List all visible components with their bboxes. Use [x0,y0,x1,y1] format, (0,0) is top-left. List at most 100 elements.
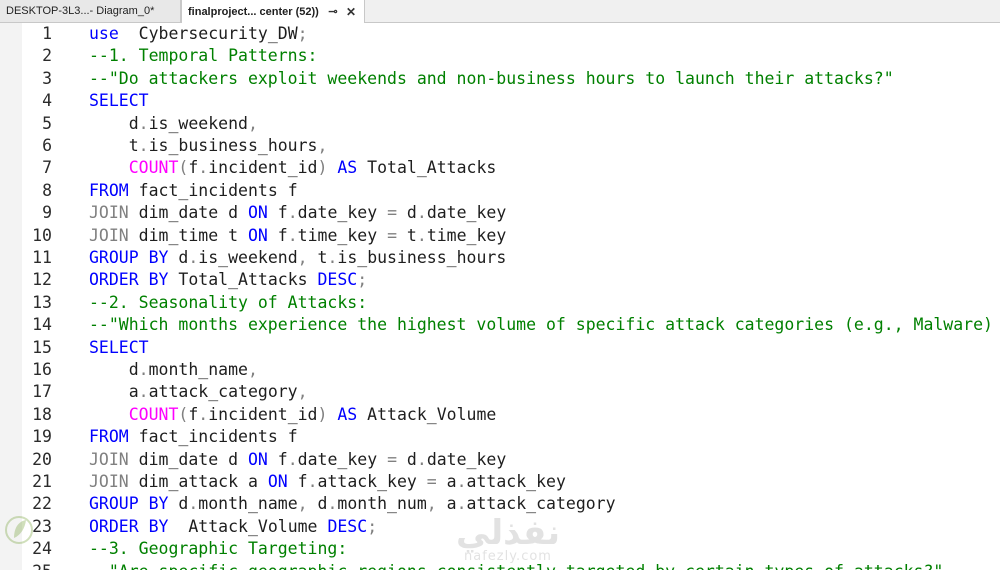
code-token: , [297,382,308,402]
code-token: d [168,248,189,267]
line-number: 14 [32,315,52,335]
code-line[interactable]: 1 use Cybersecurity_DW; [0,23,1000,45]
code-text: t.is_business_hours, [89,135,328,157]
code-token: . [307,472,318,491]
code-token: d [397,203,417,223]
watermark-latin: nafezly.com [464,549,552,564]
code-token: attack_key [317,472,427,491]
code-token: is_weekend [148,113,248,133]
code-token: month_name [148,360,248,379]
code-text: a.attack_category, [89,381,308,403]
code-token: f [287,472,308,491]
code-line[interactable]: 12 ORDER BY Total_Attacks DESC; [0,269,1000,291]
code-token: ) [317,404,328,424]
code-text: d.month_name, [89,359,258,381]
code-token: GROUP BY [89,494,169,514]
code-line[interactable]: 18 COUNT(f.incident_id) AS Attack_Volume [0,404,1000,426]
code-text: d.is_weekend, [89,113,258,135]
code-token: . [456,494,467,514]
code-token: Attack_Volume [357,404,497,424]
code-token: , [297,494,308,514]
code-token: . [287,203,298,223]
line-number: 16 [32,360,52,379]
code-line[interactable]: 9 JOIN dim_date d ON f.date_key = d.date_… [0,202,1000,224]
code-token: . [138,136,149,155]
code-line[interactable]: 13 --2. Seasonality of Attacks: [0,292,1000,314]
code-token: d [397,449,417,469]
code-token: f [267,203,288,223]
code-text: COUNT(f.incident_id) AS Attack_Volume [89,404,497,426]
code-token: ) [317,158,328,178]
code-text: --1. Temporal Patterns: [89,45,317,67]
code-token: JOIN [89,203,129,223]
code-line[interactable]: 8 FROM fact_incidents f [0,180,1000,202]
code-token: a [436,472,457,491]
code-line[interactable]: 7 COUNT(f.incident_id) AS Total_Attacks [0,157,1000,179]
line-number: 8 [42,180,52,200]
code-line[interactable]: 15 SELECT [0,337,1000,359]
code-token: f [267,225,288,245]
code-token: . [138,113,149,133]
code-line[interactable]: 6 t.is_business_hours, [0,135,1000,157]
line-number: 5 [42,113,52,133]
line-number: 10 [32,225,52,245]
code-line[interactable]: 16 d.month_name, [0,359,1000,381]
code-token: month_name [198,494,298,514]
code-token: dim_date d [128,449,248,469]
code-editor[interactable]: 1 use Cybersecurity_DW; 2 --1. Temporal Pat… [0,23,1000,570]
code-token: Total_Attacks [357,158,497,178]
code-line[interactable]: 20 JOIN dim_date d ON f.date_key = d.date… [0,449,1000,471]
tab-label: finalproject... center (52)) [188,5,319,18]
code-line[interactable]: 4 SELECT [0,90,1000,112]
code-token: ON [247,203,268,223]
code-token: is_business_hours [337,248,507,267]
pin-icon[interactable]: ⊸ [326,5,340,18]
code-text: JOIN dim_time t ON f.time_key = t.time_k… [89,225,506,247]
code-token: month_num [337,494,427,514]
code-line[interactable]: 19 FROM fact_incidents f [0,426,1000,448]
code-line[interactable]: 10 JOIN dim_time t ON f.time_key = t.time… [0,225,1000,247]
code-token: GROUP BY [89,248,169,267]
line-number: 18 [32,404,52,424]
code-token: fact_incidents f [128,180,298,200]
code-token: dim_attack a [128,472,268,491]
code-token: , [426,494,437,514]
code-token: --3. Geographic Targeting: [89,539,348,559]
code-token: . [287,449,298,469]
code-line[interactable]: 2 --1. Temporal Patterns: [0,45,1000,67]
code-token: . [138,382,149,402]
code-token: incident_id [208,404,318,424]
code-token: d [89,113,139,133]
code-token: . [416,449,427,469]
code-line[interactable]: 5 d.is_weekend, [0,113,1000,135]
code-token: attack_key [466,472,566,491]
code-line[interactable]: 17 a.attack_category, [0,381,1000,403]
code-line[interactable]: 21 JOIN dim_attack a ON f.attack_key = a.… [0,471,1000,493]
code-token: ON [247,225,268,245]
line-number: 11 [32,248,52,267]
code-token: ORDER BY [89,516,169,536]
code-token: date_key [426,449,507,469]
code-line[interactable]: 3 --"Do attackers exploit weekends and no… [0,68,1000,90]
line-number: 2 [42,46,52,66]
code-token: . [327,494,338,514]
code-token: date_key [297,449,388,469]
tab-query-editor[interactable]: finalproject... center (52)) ⊸ ✕ [181,0,365,23]
code-token: --"Do attackers exploit weekends and non… [89,68,894,88]
code-token: . [188,494,199,514]
code-line[interactable]: 11 GROUP BY d.is_weekend, t.is_business_h… [0,247,1000,269]
code-token: = [387,449,397,469]
code-token: = [387,225,397,245]
code-token: = [387,203,397,223]
code-token: d [89,360,139,379]
line-number: 19 [32,427,52,447]
code-token: time_key [426,225,507,245]
tab-diagram[interactable]: DESKTOP-3L3...- Diagram_0* [0,0,181,22]
code-token: --2. Seasonality of Attacks: [89,292,368,312]
code-token: COUNT [89,404,179,424]
code-line[interactable]: 14 --"Which months experience the highest… [0,314,1000,336]
code-text: ORDER BY Attack_Volume DESC; [89,516,377,538]
close-icon[interactable]: ✕ [344,5,358,19]
code-token: SELECT [89,337,149,357]
line-number: 21 [32,472,52,491]
